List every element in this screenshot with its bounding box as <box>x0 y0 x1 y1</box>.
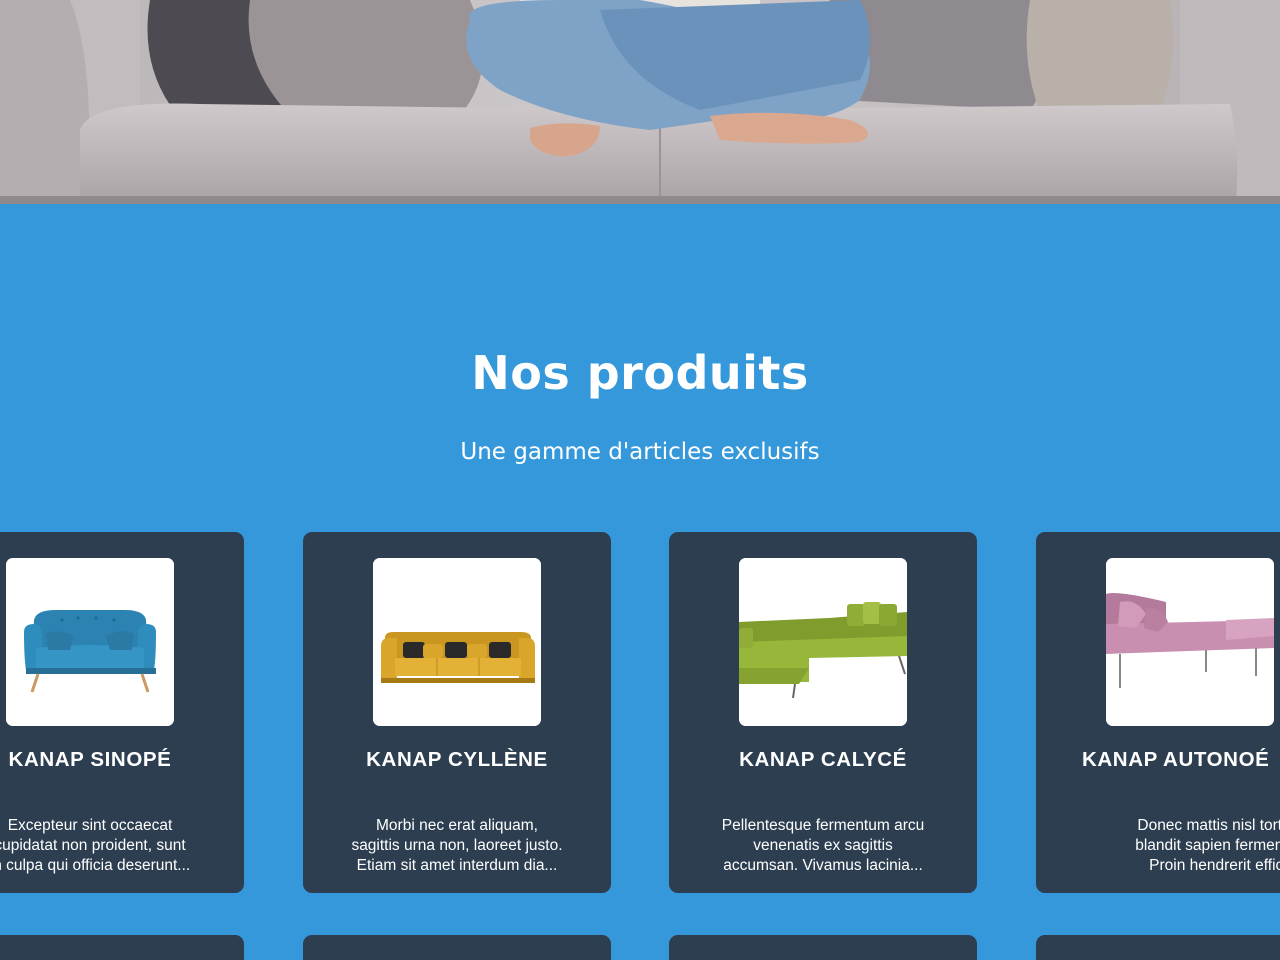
product-card-kanap-autonoe[interactable]: KANAP AUTONOÉ Donec mattis nisl tortor, … <box>1036 532 1280 893</box>
product-name: KANAP SINOPÉ <box>8 748 172 771</box>
section-title: Nos produits <box>471 346 809 400</box>
product-description: Excepteur sint occaecat cupidatat non pr… <box>0 817 191 874</box>
product-image <box>1106 558 1274 726</box>
green-corner-sofa-image <box>739 558 907 726</box>
product-description: Pellentesque fermentum arcu venenatis ex… <box>721 817 925 874</box>
section-subtitle: Une gamme d'articles exclusifs <box>460 439 820 465</box>
hero-banner <box>0 0 1280 204</box>
pink-sofa-bed-image <box>1106 558 1274 726</box>
product-card-kanap-calyce[interactable]: KANAP CALYCÉ Pellentesque fermentum arcu… <box>669 532 977 893</box>
product-name: KANAP CYLLÈNE <box>366 748 548 771</box>
product-card-kanap-sinope[interactable]: KANAP SINOPÉ Excepteur sint occaecat cup… <box>0 532 244 893</box>
yellow-sofa-image <box>373 558 541 726</box>
product-card-kanap-cyllene[interactable]: KANAP CYLLÈNE Morbi nec erat aliquam, sa… <box>303 532 611 893</box>
product-name: KANAP CALYCÉ <box>739 748 907 771</box>
blue-armchair-sofa-image <box>6 558 174 726</box>
product-description: Morbi nec erat aliquam, sagittis urna no… <box>351 817 563 874</box>
products-section: Nos produits Une gamme d'articles exclus… <box>0 204 1280 960</box>
product-card-next-row[interactable] <box>669 935 977 960</box>
product-card-next-row[interactable] <box>1036 935 1280 960</box>
product-description: Donec mattis nisl tortor, nec blandit sa… <box>1135 817 1280 874</box>
product-card-next-row[interactable] <box>303 935 611 960</box>
product-card-next-row[interactable] <box>0 935 244 960</box>
hero-photo <box>0 0 1280 204</box>
product-image <box>6 558 174 726</box>
product-name: KANAP AUTONOÉ <box>1082 748 1270 771</box>
product-image <box>373 558 541 726</box>
product-image <box>739 558 907 726</box>
